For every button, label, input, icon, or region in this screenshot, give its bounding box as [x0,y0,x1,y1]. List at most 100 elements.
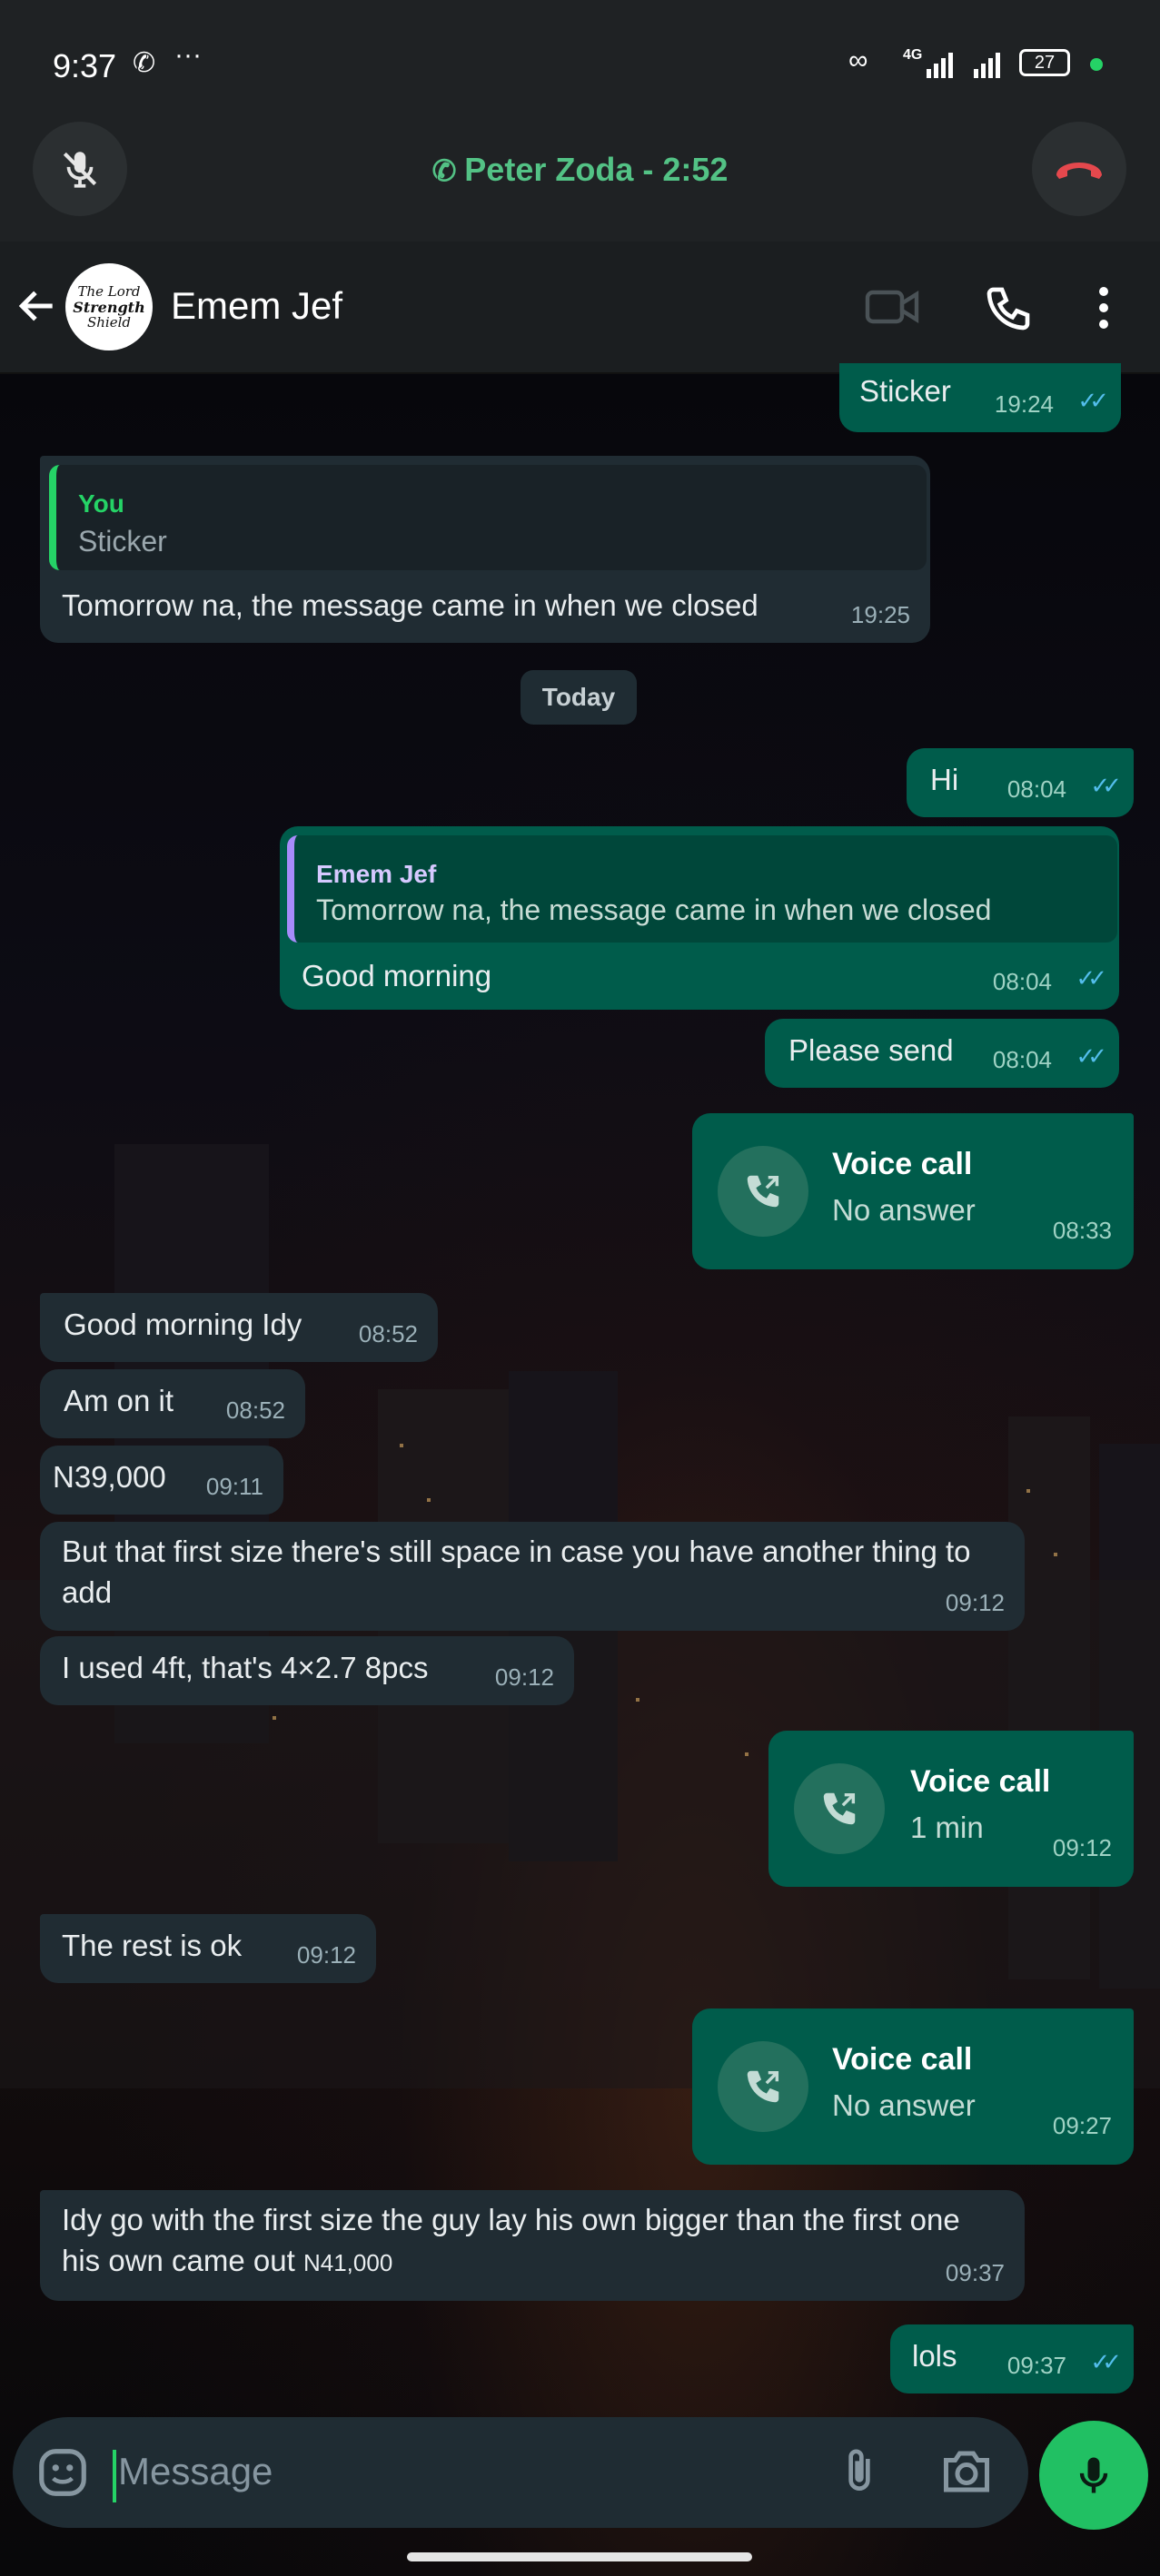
message-time: 09:37 [945,2259,1005,2286]
video-call-icon[interactable] [865,285,921,333]
ongoing-call-text: Peter Zoda - 2:52 [464,151,729,188]
message-amount: N41,000 [302,2249,393,2276]
quoted-text: Tomorrow na, the message came in when we… [316,893,992,926]
message-bubble-outgoing[interactable]: Sticker 19:24 ✓✓ [839,363,1121,432]
message-text-body: Idy go with the first size the guy lay h… [62,2203,960,2277]
message-bubble-incoming[interactable]: I used 4ft, that's 4×2.7 8pcs 09:12 [40,1636,574,1705]
wallpaper-light [427,1498,431,1502]
battery-level: 27 [1034,53,1056,73]
message-time: 08:52 [358,1320,418,1347]
wallpaper-light [273,1716,276,1720]
avatar-line: Strength [73,298,145,316]
message-text: lols [912,2339,957,2373]
attach-icon[interactable] [834,2446,885,2502]
call-phone-icon: ✆ [431,154,465,187]
message-text: Good morning [302,959,492,992]
call-status: No answer [832,2088,976,2122]
call-label: Voice call [832,2042,973,2077]
avatar[interactable]: The Lord Strength Shield [65,263,153,350]
message-time: 09:27 [1052,2112,1112,2139]
wallpaper-light [636,1698,639,1702]
message-text: I used 4ft, that's 4×2.7 8pcs [62,1651,429,1684]
message-bubble-incoming[interactable]: Am on it 08:52 [40,1369,305,1438]
message-bubble-outgoing[interactable]: Please send 08:04 ✓✓ [765,1019,1119,1088]
back-arrow-icon[interactable] [15,283,60,333]
message-text: Sticker [859,374,951,408]
text-caret [113,2450,116,2502]
message-text: Tomorrow na, the message came in when we… [62,588,758,622]
message-time: 08:04 [992,968,1052,995]
emoji-icon[interactable] [35,2444,91,2505]
call-label: Voice call [832,1147,973,1181]
message-time: 09:12 [494,1663,554,1691]
wallpaper-light [1026,1489,1030,1493]
message-time: 09:12 [296,1941,356,1969]
quoted-text: Sticker [78,525,167,558]
message-time: 08:33 [1052,1217,1112,1244]
message-time: 19:25 [850,601,910,628]
voice-call-bubble[interactable]: Voice call No answer 08:33 [692,1113,1134,1269]
message-time: 09:12 [945,1589,1005,1616]
message-bubble-outgoing[interactable]: Hi 08:04 ✓✓ [907,748,1134,817]
ongoing-call-title[interactable]: ✆ Peter Zoda - 2:52 [0,151,1160,189]
read-receipt-icon: ✓✓ [1076,964,1106,992]
message-bubble-outgoing[interactable]: lols 09:37 ✓✓ [890,2324,1134,2393]
quoted-sender: Emem Jef [316,860,437,888]
message-bubble-incoming[interactable]: But that first size there's still space … [40,1522,1025,1631]
avatar-line: The Lord [77,282,141,300]
message-text: The rest is ok [62,1929,243,1962]
end-call-button[interactable] [1032,122,1126,216]
camera-icon[interactable] [939,2446,994,2502]
missed-call-icon [718,1146,808,1237]
call-label: Voice call [910,1764,1051,1799]
read-receipt-icon: ✓✓ [1077,387,1108,414]
message-time: 08:04 [992,1046,1052,1073]
message-text: But that first size there's still space … [62,1535,971,1609]
phone-status-icon: ✆ [133,48,156,78]
call-status: No answer [832,1193,976,1227]
message-text: Am on it [64,1384,174,1417]
voice-call-bubble[interactable]: Voice call 1 min 09:12 [768,1731,1134,1887]
menu-kebab-icon[interactable] [1097,287,1110,329]
message-bubble-incoming[interactable]: You Sticker Tomorrow na, the message cam… [40,456,930,643]
message-time: 08:04 [1006,775,1066,803]
quoted-message[interactable]: Emem Jef Tomorrow na, the message came i… [287,835,1117,943]
voice-message-button[interactable] [1039,2421,1148,2530]
message-time: 19:24 [994,390,1054,418]
message-bubble-outgoing[interactable]: Emem Jef Tomorrow na, the message came i… [280,826,1119,1010]
missed-call-icon [718,2041,808,2132]
read-receipt-icon: ✓✓ [1090,2348,1121,2375]
message-text: Please send [788,1033,954,1067]
message-time: 08:52 [225,1397,285,1424]
message-time: 09:37 [1006,2352,1066,2379]
battery-icon: 27 [1019,49,1070,76]
signal-icon [927,51,1017,83]
message-time: 09:11 [205,1473,263,1500]
call-status: 1 min [910,1811,984,1844]
end-call-icon [1056,163,1102,179]
message-time: 09:12 [1052,1834,1112,1861]
message-text: Idy go with the first size the guy lay h… [62,2199,1006,2284]
message-text: Good morning Idy [64,1308,302,1341]
message-input[interactable]: Message [118,2450,273,2493]
message-bubble-incoming[interactable]: The rest is ok 09:12 [40,1914,376,1983]
wallpaper-light [745,1752,749,1756]
message-text: N39,000 [53,1460,166,1494]
message-text: Hi [930,763,959,796]
wallpaper-light [400,1444,403,1447]
hotspot-icon: ∞ [848,45,868,75]
voice-call-bubble[interactable]: Voice call No answer 09:27 [692,2008,1134,2165]
more-notifications-icon: ··· [174,40,202,70]
network-type-icon: 4G [903,47,923,63]
quoted-sender: You [78,489,124,518]
status-time: 9:37 [53,47,117,84]
message-bubble-incoming[interactable]: Idy go with the first size the guy lay h… [40,2190,1025,2301]
incoming-call-icon [794,1763,885,1854]
avatar-line: Shield [86,313,131,331]
message-bubble-incoming[interactable]: N39,000 09:11 [40,1446,283,1515]
quoted-message[interactable]: You Sticker [49,465,927,570]
home-indicator[interactable] [407,2552,752,2561]
voice-call-icon[interactable] [983,283,1034,339]
contact-name[interactable]: Emem Jef [171,284,342,328]
message-bubble-incoming[interactable]: Good morning Idy 08:52 [40,1293,438,1362]
